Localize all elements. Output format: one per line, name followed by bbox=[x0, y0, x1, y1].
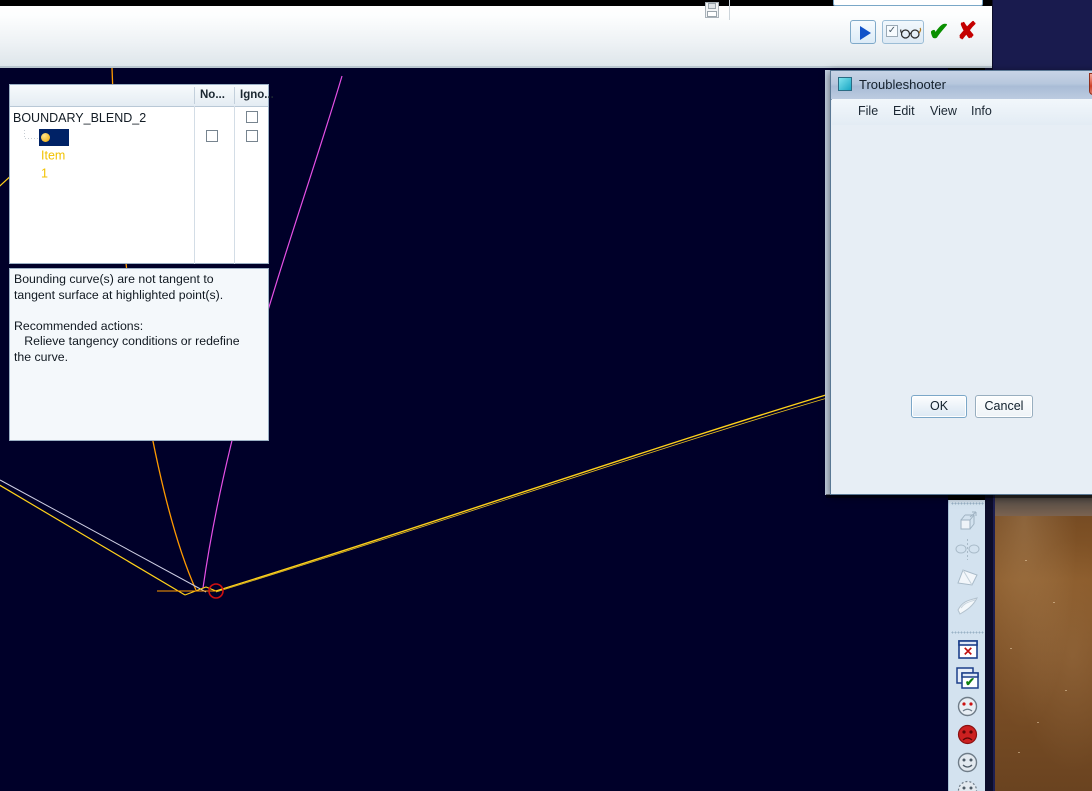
line-yellow-left-leg bbox=[0, 484, 186, 596]
toolbar-bottom-border bbox=[0, 66, 992, 68]
application-toolbar bbox=[0, 0, 992, 68]
item-ignore-checkbox[interactable] bbox=[246, 130, 258, 142]
glasses-icon bbox=[900, 25, 922, 45]
dialog-titlebar[interactable]: Troubleshooter bbox=[831, 71, 1092, 100]
pick-box-icon[interactable] bbox=[953, 508, 982, 535]
item-no-checkbox[interactable] bbox=[206, 130, 218, 142]
column-header-no[interactable]: No... bbox=[200, 88, 225, 103]
dialog-title: Troubleshooter bbox=[859, 77, 946, 92]
dialog-body bbox=[832, 125, 1092, 494]
ok-button[interactable]: OK bbox=[911, 395, 967, 418]
svg-text:✔: ✔ bbox=[965, 675, 975, 689]
mirror-icon[interactable] bbox=[953, 536, 982, 563]
tree-connector-horizontal bbox=[24, 138, 38, 139]
play-icon bbox=[860, 26, 871, 40]
face-red-outline-icon[interactable] bbox=[953, 693, 982, 720]
failure-tree-panel[interactable]: No... Igno... BOUNDARY_BLEND_2 Item 1 bbox=[9, 84, 274, 264]
save-icon[interactable] bbox=[705, 2, 719, 18]
menu-item-info[interactable]: Info bbox=[966, 102, 997, 121]
right-vertical-toolbar[interactable]: ✕ ✔ bbox=[948, 500, 985, 791]
preview-toggle-button[interactable]: ✓ bbox=[882, 20, 924, 44]
curve-yellow-right bbox=[215, 388, 847, 592]
feature-name-input[interactable] bbox=[833, 0, 983, 6]
menu-item-edit[interactable]: Edit bbox=[888, 102, 920, 121]
surface-icon[interactable] bbox=[953, 564, 982, 591]
tree-item-label: Item 1 bbox=[41, 148, 66, 181]
header-divider-2 bbox=[234, 87, 235, 104]
cancel-button-dialog[interactable]: Cancel bbox=[975, 395, 1033, 418]
troubleshooter-icon bbox=[838, 77, 852, 91]
troubleshooter-dialog[interactable]: Troubleshooter ✕ File Edit View Info bbox=[830, 70, 1092, 495]
diagnostic-message: Bounding curve(s) are not tangent to tan… bbox=[14, 272, 240, 364]
tree-root-label[interactable]: BOUNDARY_BLEND_2 bbox=[13, 109, 146, 127]
success-window-icon[interactable]: ✔ bbox=[953, 665, 982, 692]
toolbar-drag-handle[interactable] bbox=[951, 502, 984, 505]
toolbar-separator bbox=[951, 631, 984, 634]
wallpaper-ground bbox=[995, 490, 1092, 791]
curve-gold-right bbox=[215, 391, 849, 593]
dialog-menubar[interactable]: File Edit View Info bbox=[832, 99, 1092, 125]
column-divider-1 bbox=[194, 106, 195, 264]
fail-window-icon[interactable]: ✕ bbox=[953, 637, 982, 664]
cancel-button[interactable]: ✘ bbox=[956, 20, 978, 44]
face-gray-icon[interactable] bbox=[953, 749, 982, 776]
face-dotted-icon[interactable] bbox=[953, 777, 982, 791]
status-bullet-icon bbox=[41, 133, 50, 143]
line-white-chord bbox=[0, 479, 207, 593]
header-divider-1 bbox=[194, 87, 195, 104]
column-header-ignore[interactable]: Igno... bbox=[240, 88, 274, 103]
tree-item-selected[interactable]: Item 1 bbox=[39, 129, 70, 180]
menu-item-file[interactable]: File bbox=[853, 102, 883, 121]
tree-header-row: No... Igno... bbox=[10, 85, 274, 107]
accept-button[interactable]: ✔ bbox=[928, 20, 950, 45]
message-panel: Bounding curve(s) are not tangent to tan… bbox=[9, 268, 269, 441]
play-button[interactable] bbox=[850, 20, 876, 44]
root-ignore-checkbox[interactable] bbox=[246, 111, 258, 123]
svg-text:✕: ✕ bbox=[963, 645, 973, 659]
face-red-filled-icon[interactable] bbox=[953, 721, 982, 748]
menu-item-view[interactable]: View bbox=[925, 102, 962, 121]
sheet-icon[interactable] bbox=[953, 592, 982, 619]
checkbox-icon[interactable]: ✓ bbox=[886, 25, 898, 37]
column-divider-2 bbox=[234, 106, 235, 264]
toolbar-separator-vertical bbox=[729, 0, 730, 20]
